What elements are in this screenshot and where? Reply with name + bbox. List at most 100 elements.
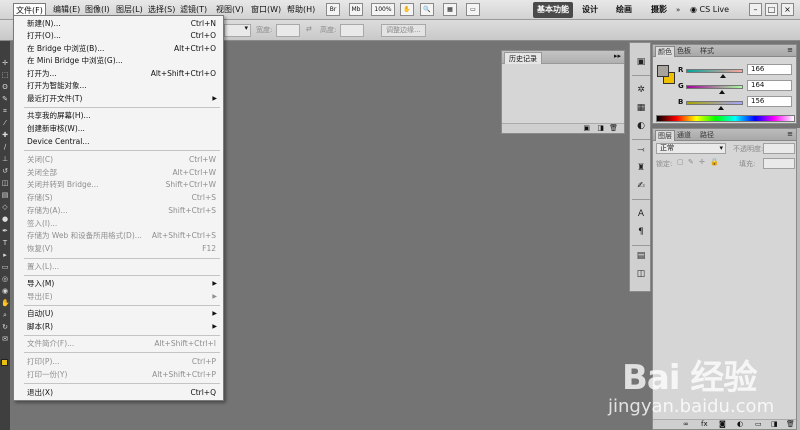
blend-mode-dropdown[interactable]: 正常 ▾ [656,143,726,154]
link-layers-icon[interactable]: ∞ [683,420,689,428]
menu-item-place[interactable]: 置入(L)... [15,261,222,273]
swap-icon[interactable]: ⇄ [306,25,312,33]
blur-tool-icon[interactable]: ◇ [1,203,9,212]
tool-presets-icon[interactable]: ✍ [634,179,648,193]
bridge-icon[interactable]: Br [326,3,340,16]
menu-item-recent-files[interactable]: 最近打开文件(T) ▶ [15,93,222,105]
tab-history[interactable]: 历史记录 [504,52,542,64]
menu-item-print[interactable]: 打印(P)... Ctrl+P [15,356,222,368]
3d-camera-tool-icon[interactable]: ◉ [1,287,9,296]
menu-item-import[interactable]: 导入(M) ▶ [15,278,222,290]
opacity-input[interactable] [763,143,795,154]
slider-g[interactable] [686,85,743,94]
menu-item-browse-bridge[interactable]: 在 Bridge 中浏览(B)... Alt+Ctrl+O [15,43,222,55]
fill-input[interactable] [763,158,795,169]
zoom-tool-icon[interactable]: ⌕ [1,311,9,320]
input-b[interactable]: 156 [747,96,792,107]
clone-stamp-tool-icon[interactable]: ⊥ [1,155,9,164]
snapshot-icon[interactable]: ▣ [583,124,590,132]
workspace-design-button[interactable]: 设计 [578,2,602,18]
width-input[interactable] [276,24,300,37]
menu-item-exit[interactable]: 退出(X) Ctrl+Q [15,387,222,399]
menu-help[interactable]: 帮助(H) [285,3,317,17]
new-layer-icon[interactable]: ◨ [771,420,778,428]
foreground-swatch[interactable] [657,65,669,77]
menu-item-file-info[interactable]: 文件简介(F)... Alt+Shift+Ctrl+I [15,338,222,350]
type-tool-icon[interactable]: T [1,239,9,248]
maximize-button[interactable]: □ [765,3,778,16]
workspace-photography-button[interactable]: 摄影 [647,2,671,18]
3d-rotate-tool-icon[interactable]: ◎ [1,275,9,284]
menu-item-revert[interactable]: 恢复(V) F12 [15,243,222,255]
gradient-tool-icon[interactable]: ▤ [1,191,9,200]
tab-swatches[interactable]: 色板 [675,46,693,57]
hand-tool-icon[interactable]: ✋ [400,3,414,16]
menu-item-browse-mini-bridge[interactable]: 在 Mini Bridge 中浏览(G)... [15,55,222,67]
dodge-tool-icon[interactable]: ● [1,215,9,224]
color-spectrum[interactable] [656,115,795,122]
path-selection-tool-icon[interactable]: ▸ [1,251,9,260]
lock-all-icon[interactable]: 🔒 [710,158,719,166]
zoom-tool-icon[interactable]: 🔍 [420,3,434,16]
panel-menu-icon[interactable]: ≡ [787,46,793,54]
slider-knob-b[interactable] [717,106,724,110]
adjustments-panel-icon[interactable]: ◐ [634,119,648,133]
menu-item-share-screen[interactable]: 共享我的屏幕(H)... [15,110,222,122]
tab-color[interactable]: 颜色 [655,46,675,57]
swatches-panel-icon[interactable]: ▦ [634,101,648,115]
menu-item-open[interactable]: 打开(O)... Ctrl+O [15,30,222,42]
input-r[interactable]: 166 [747,64,792,75]
menu-item-save-as[interactable]: 存储为(A)... Shift+Ctrl+S [15,205,222,217]
rotate-view-tool-icon[interactable]: ↻ [1,323,9,332]
panel-menu-icon[interactable]: ≡ [787,130,793,138]
shape-tool-icon[interactable]: ▭ [1,263,9,272]
hand-tool-icon[interactable]: ✋ [1,299,10,308]
new-group-icon[interactable]: ▭ [755,420,762,428]
height-input[interactable] [340,24,364,37]
move-tool-icon[interactable]: ✛ [1,59,9,68]
arrange-documents-icon[interactable]: ▦ [443,3,457,16]
eyedropper-tool-icon[interactable]: ⁄ [1,119,9,128]
layer-style-icon[interactable]: fx [701,420,708,428]
lock-position-icon[interactable]: ✛ [699,158,705,166]
quick-select-tool-icon[interactable]: ✎ [1,95,9,104]
workspace-essentials-button[interactable]: 基本功能 [533,2,573,18]
paragraph-panel-icon[interactable]: ¶ [634,225,648,239]
menu-item-open-as-smart-object[interactable]: 打开为智能对象... [15,80,222,92]
menu-item-scripts[interactable]: 脚本(R) ▶ [15,321,222,333]
slider-knob-g[interactable] [719,90,726,94]
lock-transparency-icon[interactable]: ▢ [677,158,684,166]
trash-icon[interactable]: 🗑 [609,124,618,132]
note-tool-icon[interactable]: ✉ [1,335,9,344]
pen-tool-icon[interactable]: ✒ [1,227,9,236]
input-g[interactable]: 164 [747,80,792,91]
menu-item-automate[interactable]: 自动(U) ▶ [15,308,222,320]
menu-item-new[interactable]: 新建(N)... Ctrl+N [15,18,222,30]
menu-item-save[interactable]: 存储(S) Ctrl+S [15,192,222,204]
menu-item-create-review[interactable]: 创建新审核(W)... [15,123,222,135]
clone-source-panel-icon[interactable]: ♜ [634,161,648,175]
zoom-level-dropdown[interactable]: 100% [371,3,395,16]
healing-brush-tool-icon[interactable]: ✚ [1,131,9,140]
minimize-button[interactable]: – [749,3,762,16]
crop-tool-icon[interactable]: ⌗ [1,107,9,116]
brush-panel-icon[interactable]: ⤙ [634,143,648,157]
style-dropdown[interactable]: ▾ [224,24,251,37]
menu-item-device-central[interactable]: Device Central... [15,136,222,148]
foreground-color-swatch[interactable] [1,359,8,366]
tab-layers[interactable]: 图层 [655,130,675,141]
marquee-tool-icon[interactable]: ⬚ [1,71,9,80]
slider-knob-r[interactable] [719,74,726,78]
tab-paths[interactable]: 路径 [698,130,716,141]
layer-mask-icon[interactable]: ◙ [719,420,726,428]
adjustment-layer-icon[interactable]: ◐ [737,420,743,428]
brush-tool-icon[interactable]: ∕ [1,143,9,152]
menu-item-close-go-bridge[interactable]: 关闭并转到 Bridge... Shift+Ctrl+W [15,179,222,191]
history-panel-icon[interactable]: ▣ [634,55,648,69]
refine-edge-button[interactable]: 调整边缘... [381,24,426,37]
color-panel-icon[interactable]: ✲ [634,83,648,97]
menu-item-export[interactable]: 导出(E) ▶ [15,291,222,303]
menu-item-check-in[interactable]: 签入(I)... [15,218,222,230]
menu-item-print-one-copy[interactable]: 打印一份(Y) Alt+Shift+Ctrl+P [15,369,222,381]
new-document-icon[interactable]: ◨ [597,124,604,132]
